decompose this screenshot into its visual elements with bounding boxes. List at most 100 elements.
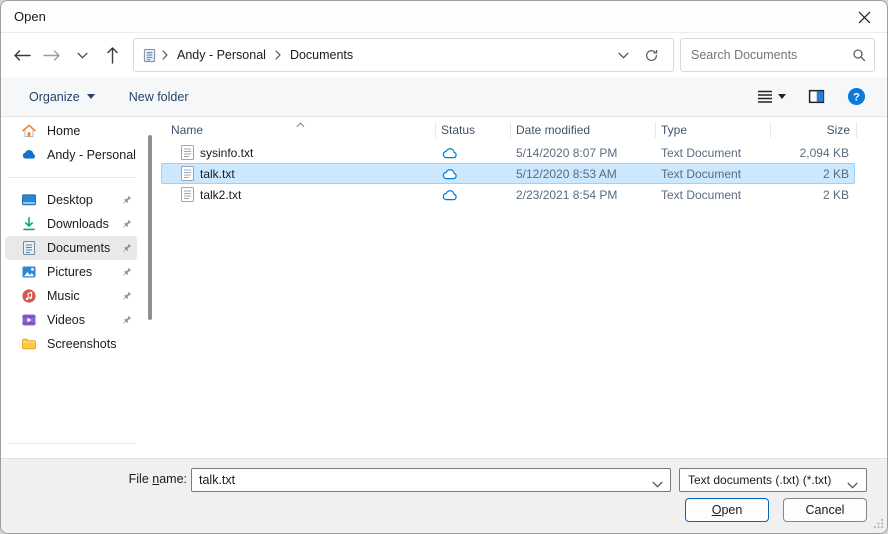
command-bar: Organize New folder ? bbox=[1, 77, 887, 117]
file-date-modified: 5/12/2020 8:53 AM bbox=[511, 167, 656, 181]
sidebar-item-screenshots[interactable]: Screenshots bbox=[5, 332, 137, 356]
breadcrumb-separator-icon bbox=[157, 50, 173, 60]
cancel-button[interactable]: Cancel bbox=[783, 498, 867, 522]
sidebar-item-label: Downloads bbox=[47, 217, 111, 231]
file-type: Text Document bbox=[656, 167, 771, 181]
column-header-type[interactable]: Type bbox=[656, 122, 771, 138]
up-button[interactable] bbox=[97, 40, 127, 70]
new-folder-button[interactable]: New folder bbox=[121, 84, 197, 110]
folder-location-icon bbox=[142, 48, 157, 63]
sidebar-item-videos[interactable]: Videos bbox=[5, 308, 137, 332]
pin-icon bbox=[121, 219, 133, 230]
file-size: 2,094 KB bbox=[771, 146, 855, 160]
sidebar-item-label: Home bbox=[47, 124, 137, 138]
column-headers: Name Status Date modified Type Size bbox=[159, 117, 887, 142]
breadcrumb-item-andy-personal[interactable]: Andy - Personal bbox=[173, 45, 270, 65]
column-header-size[interactable]: Size bbox=[771, 122, 857, 138]
sidebar-item-label: Andy - Personal bbox=[47, 148, 137, 162]
file-size: 2 KB bbox=[771, 167, 855, 181]
search-input[interactable] bbox=[691, 48, 852, 62]
chevron-down-icon bbox=[77, 52, 88, 59]
sidebar-item-desktop[interactable]: Desktop bbox=[5, 188, 137, 212]
videos-icon bbox=[21, 312, 37, 328]
back-button[interactable] bbox=[7, 40, 37, 70]
search-box bbox=[680, 38, 875, 72]
home-icon bbox=[21, 123, 37, 139]
column-header-status[interactable]: Status bbox=[436, 122, 511, 138]
open-button[interactable]: Open bbox=[685, 498, 769, 522]
sidebar-item-downloads[interactable]: Downloads bbox=[5, 212, 137, 236]
file-type-value: Text documents (.txt) (*.txt) bbox=[688, 473, 831, 487]
resize-grip[interactable] bbox=[873, 518, 884, 532]
cloud-icon bbox=[442, 147, 458, 159]
text-document-icon bbox=[181, 166, 194, 181]
dialog-footer: File name: Text documents (.txt) (*.txt)… bbox=[1, 458, 887, 534]
text-document-icon bbox=[181, 145, 194, 160]
breadcrumb-item-documents[interactable]: Documents bbox=[286, 45, 357, 65]
cloud-icon bbox=[442, 168, 458, 180]
breadcrumb-separator-icon bbox=[270, 50, 286, 60]
sidebar-item-label: Pictures bbox=[47, 265, 111, 279]
sidebar-item-home[interactable]: Home bbox=[5, 119, 137, 143]
chevron-down-icon bbox=[618, 52, 629, 59]
forward-arrow-icon bbox=[43, 49, 61, 62]
recent-locations-button[interactable] bbox=[67, 40, 97, 70]
change-view-button[interactable] bbox=[750, 85, 793, 109]
folder-icon bbox=[21, 336, 37, 352]
pin-icon bbox=[121, 291, 133, 302]
sidebar-item-label: Videos bbox=[47, 313, 111, 327]
address-dropdown-button[interactable] bbox=[609, 41, 637, 69]
sidebar-scrollbar[interactable] bbox=[148, 135, 152, 320]
pin-icon bbox=[121, 267, 133, 278]
file-name-input[interactable] bbox=[191, 468, 671, 492]
column-header-date-modified[interactable]: Date modified bbox=[511, 122, 656, 138]
window-title: Open bbox=[14, 9, 46, 24]
sidebar-item-label: Documents bbox=[47, 241, 111, 255]
file-date-modified: 2/23/2021 8:54 PM bbox=[511, 188, 656, 202]
forward-button[interactable] bbox=[37, 40, 67, 70]
onedrive-icon bbox=[21, 147, 37, 163]
file-row-sysinfo[interactable]: sysinfo.txt 5/14/2020 8:07 PM Text Docum… bbox=[161, 142, 855, 163]
close-button[interactable] bbox=[849, 4, 879, 30]
organize-button[interactable]: Organize bbox=[21, 84, 103, 110]
organize-label: Organize bbox=[29, 90, 80, 104]
view-list-icon bbox=[757, 90, 773, 104]
sidebar-item-andy-personal[interactable]: Andy - Personal bbox=[5, 143, 137, 167]
preview-pane-icon bbox=[808, 88, 825, 105]
close-icon bbox=[858, 11, 871, 24]
file-name-label: File name: bbox=[1, 472, 187, 486]
search-icon bbox=[852, 48, 866, 62]
cloud-icon bbox=[442, 189, 458, 201]
file-type: Text Document bbox=[656, 146, 771, 160]
pin-icon bbox=[121, 195, 133, 206]
titlebar: Open bbox=[1, 1, 887, 33]
chevron-down-icon bbox=[847, 478, 858, 492]
sidebar: Home Andy - Personal Desktop bbox=[1, 117, 141, 458]
file-name: talk2.txt bbox=[200, 188, 241, 202]
help-button[interactable]: ? bbox=[840, 82, 873, 111]
file-row-talk[interactable]: talk.txt 5/12/2020 8:53 AM Text Document… bbox=[161, 163, 855, 184]
open-dialog-window: Open Andy - Personal Documents bbox=[0, 0, 888, 534]
text-document-icon bbox=[181, 187, 194, 202]
sidebar-separator bbox=[9, 177, 135, 178]
file-row-talk2[interactable]: talk2.txt 2/23/2021 8:54 PM Text Documen… bbox=[161, 184, 855, 205]
sidebar-item-music[interactable]: Music bbox=[5, 284, 137, 308]
caret-down-icon bbox=[87, 94, 95, 99]
up-arrow-icon bbox=[106, 46, 119, 64]
breadcrumb[interactable]: Andy - Personal Documents bbox=[133, 38, 674, 72]
sort-ascending-icon bbox=[296, 117, 305, 131]
new-folder-label: New folder bbox=[129, 90, 189, 104]
back-arrow-icon bbox=[13, 49, 31, 62]
refresh-button[interactable] bbox=[637, 41, 665, 69]
sidebar-item-documents[interactable]: Documents bbox=[5, 236, 137, 260]
help-icon: ? bbox=[847, 87, 866, 106]
file-date-modified: 5/14/2020 8:07 PM bbox=[511, 146, 656, 160]
sidebar-item-label: Screenshots bbox=[47, 337, 137, 351]
preview-pane-button[interactable] bbox=[801, 83, 832, 110]
sidebar-item-label: Music bbox=[47, 289, 111, 303]
file-name-combobox bbox=[191, 468, 671, 492]
navigation-bar: Andy - Personal Documents bbox=[1, 33, 887, 77]
svg-text:?: ? bbox=[853, 91, 860, 103]
file-type-dropdown[interactable]: Text documents (.txt) (*.txt) bbox=[679, 468, 867, 492]
sidebar-item-pictures[interactable]: Pictures bbox=[5, 260, 137, 284]
